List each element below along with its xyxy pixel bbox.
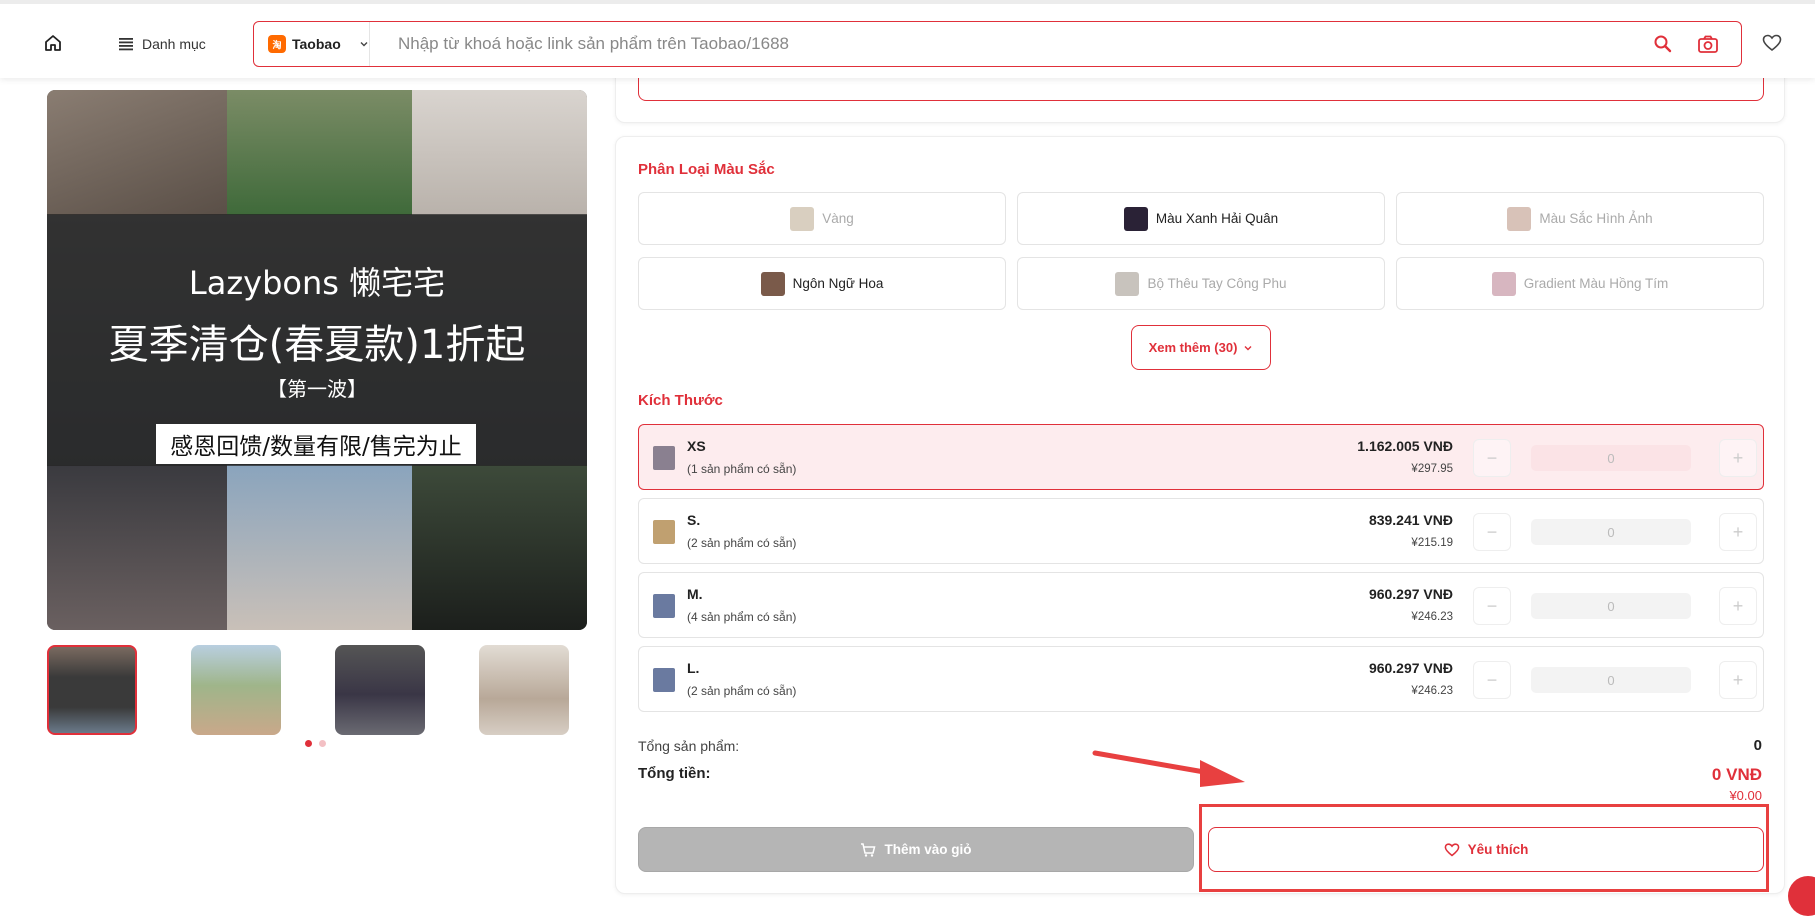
carousel-dot-2[interactable] — [319, 740, 326, 747]
quantity-increase-button[interactable]: + — [1719, 439, 1757, 477]
swatch-image — [790, 206, 815, 231]
banner-sub: 【第一波】 — [267, 377, 367, 401]
size-price-cny: ¥246.23 — [1411, 611, 1453, 623]
color-option-bo-theu-tay[interactable]: Bộ Thêu Tay Công Phu — [1017, 257, 1385, 310]
total-price-vnd: 0 VNĐ — [1711, 765, 1762, 784]
size-row-xs[interactable]: XS (1 sản phẩm có sẵn) 1.162.005 VNĐ ¥29… — [638, 424, 1764, 490]
thumbnail-2[interactable] — [191, 645, 281, 735]
swatch-image — [1115, 271, 1140, 296]
color-option-mau-sac-hinh-anh[interactable]: Màu Sắc Hình Ảnh — [1396, 192, 1764, 245]
size-section-title: Kích Thước — [638, 392, 723, 409]
quantity-input[interactable] — [1531, 667, 1691, 693]
size-stock: (4 sản phẩm có sẵn) — [687, 610, 797, 624]
total-price-cny: ¥0.00 — [1729, 788, 1762, 803]
chevron-down-icon — [1244, 345, 1252, 350]
banner-brand: Lazybons 懒宅宅 — [188, 264, 446, 302]
annotation-arrow-icon — [1092, 750, 1245, 787]
color-option-label: Màu Xanh Hải Quân — [1155, 211, 1279, 226]
chevron-down-icon — [360, 42, 368, 47]
thumbnail-1[interactable] — [47, 645, 137, 735]
size-name: M. — [687, 586, 703, 602]
carousel-dots — [305, 740, 326, 747]
search-icon[interactable] — [1653, 34, 1673, 54]
quantity-decrease-button[interactable]: − — [1473, 513, 1511, 551]
size-name: XS — [687, 438, 706, 454]
camera-icon[interactable] — [1697, 34, 1719, 54]
size-price-cny: ¥246.23 — [1411, 685, 1453, 697]
quantity-input[interactable] — [1531, 593, 1691, 619]
carousel-dot-1[interactable] — [305, 740, 312, 747]
color-option-vang[interactable]: Vàng — [638, 192, 1006, 245]
swatch-image — [1123, 206, 1148, 231]
thumbnail-4[interactable] — [479, 645, 569, 735]
thumbnail-strip — [47, 645, 569, 735]
add-to-cart-label: Thêm vào giỏ — [884, 842, 972, 857]
show-more-colors-button[interactable]: Xem thêm (30) — [1131, 325, 1271, 370]
color-option-label: Màu Sắc Hình Ảnh — [1539, 211, 1653, 226]
size-name: S. — [687, 512, 701, 528]
color-option-label: Ngôn Ngữ Hoa — [792, 276, 884, 291]
cart-icon — [861, 842, 876, 857]
total-items-value: 0 — [1753, 737, 1762, 754]
color-option-gradient-hong-tim[interactable]: Gradient Màu Hồng Tím — [1396, 257, 1764, 310]
swatch-image — [1491, 271, 1516, 296]
taobao-logo-icon: 淘 — [268, 35, 286, 53]
home-icon[interactable] — [40, 30, 66, 56]
source-label: Taobao — [292, 36, 341, 52]
size-price-vnd: 839.241 VNĐ — [1368, 512, 1453, 528]
swatch-image — [1507, 206, 1532, 231]
size-price-vnd: 960.297 VNĐ — [1368, 660, 1453, 676]
search-bar: 淘 Taobao — [253, 21, 1742, 67]
quantity-input[interactable] — [1531, 519, 1691, 545]
size-price-vnd: 1.162.005 VNĐ — [1357, 438, 1453, 454]
size-name: L. — [687, 660, 700, 676]
source-select[interactable]: 淘 Taobao — [254, 22, 370, 66]
search-input[interactable] — [370, 22, 1653, 66]
banner-tagline: 感恩回馈/数量有限/售完为止 — [156, 424, 476, 464]
size-row-l[interactable]: L. (2 sản phẩm có sẵn) 960.297 VNĐ ¥246.… — [638, 646, 1764, 712]
quantity-decrease-button[interactable]: − — [1473, 439, 1511, 477]
size-stock: (2 sản phẩm có sẵn) — [687, 684, 797, 698]
size-stock: (1 sản phẩm có sẵn) — [687, 462, 797, 476]
size-thumbnail — [653, 520, 675, 544]
wishlist-heart-icon[interactable] — [1762, 34, 1782, 57]
color-option-xanh-hai-quan[interactable]: Màu Xanh Hải Quân — [1017, 192, 1385, 245]
quantity-decrease-button[interactable]: − — [1473, 587, 1511, 625]
banner-headline: 夏季清仓(春夏款)1折起 — [108, 322, 526, 368]
show-more-label: Xem thêm (30) — [1148, 340, 1238, 355]
product-main-image[interactable]: Lazybons 懒宅宅 夏季清仓(春夏款)1折起 【第一波】 感恩回馈/数量有… — [47, 90, 587, 630]
menu-icon — [119, 38, 133, 51]
size-thumbnail — [653, 446, 675, 470]
quantity-input[interactable] — [1531, 445, 1691, 471]
size-price-cny: ¥297.95 — [1411, 463, 1453, 475]
size-price-cny: ¥215.19 — [1411, 537, 1453, 549]
quantity-increase-button[interactable]: + — [1719, 587, 1757, 625]
size-stock: (2 sản phẩm có sẵn) — [687, 536, 797, 550]
color-option-label: Vàng — [822, 211, 854, 226]
color-option-label: Bộ Thêu Tay Công Phu — [1147, 276, 1287, 291]
size-price-vnd: 960.297 VNĐ — [1368, 586, 1453, 602]
size-row-s[interactable]: S. (2 sản phẩm có sẵn) 839.241 VNĐ ¥215.… — [638, 498, 1764, 564]
color-option-label: Gradient Màu Hồng Tím — [1523, 276, 1669, 291]
category-menu-label: Danh mục — [142, 36, 206, 52]
color-option-ngon-ngu-hoa[interactable]: Ngôn Ngữ Hoa — [638, 257, 1006, 310]
quantity-increase-button[interactable]: + — [1719, 513, 1757, 551]
quantity-decrease-button[interactable]: − — [1473, 661, 1511, 699]
annotation-highlight-box — [1199, 804, 1769, 892]
floating-chat-button[interactable] — [1788, 876, 1815, 916]
top-header: Danh mục 淘 Taobao — [0, 0, 1815, 78]
size-thumbnail — [653, 668, 675, 692]
total-items-label: Tổng sản phẩm: — [638, 738, 740, 754]
size-thumbnail — [653, 594, 675, 618]
color-section-title: Phân Loại Màu Sắc — [638, 161, 775, 178]
size-row-m[interactable]: M. (4 sản phẩm có sẵn) 960.297 VNĐ ¥246.… — [638, 572, 1764, 638]
thumbnail-3[interactable] — [335, 645, 425, 735]
swatch-image — [760, 271, 785, 296]
add-to-cart-button[interactable]: Thêm vào giỏ — [638, 827, 1194, 872]
quantity-increase-button[interactable]: + — [1719, 661, 1757, 699]
total-price-label: Tổng tiền: — [638, 765, 711, 782]
category-menu-button[interactable]: Danh mục — [118, 32, 206, 56]
